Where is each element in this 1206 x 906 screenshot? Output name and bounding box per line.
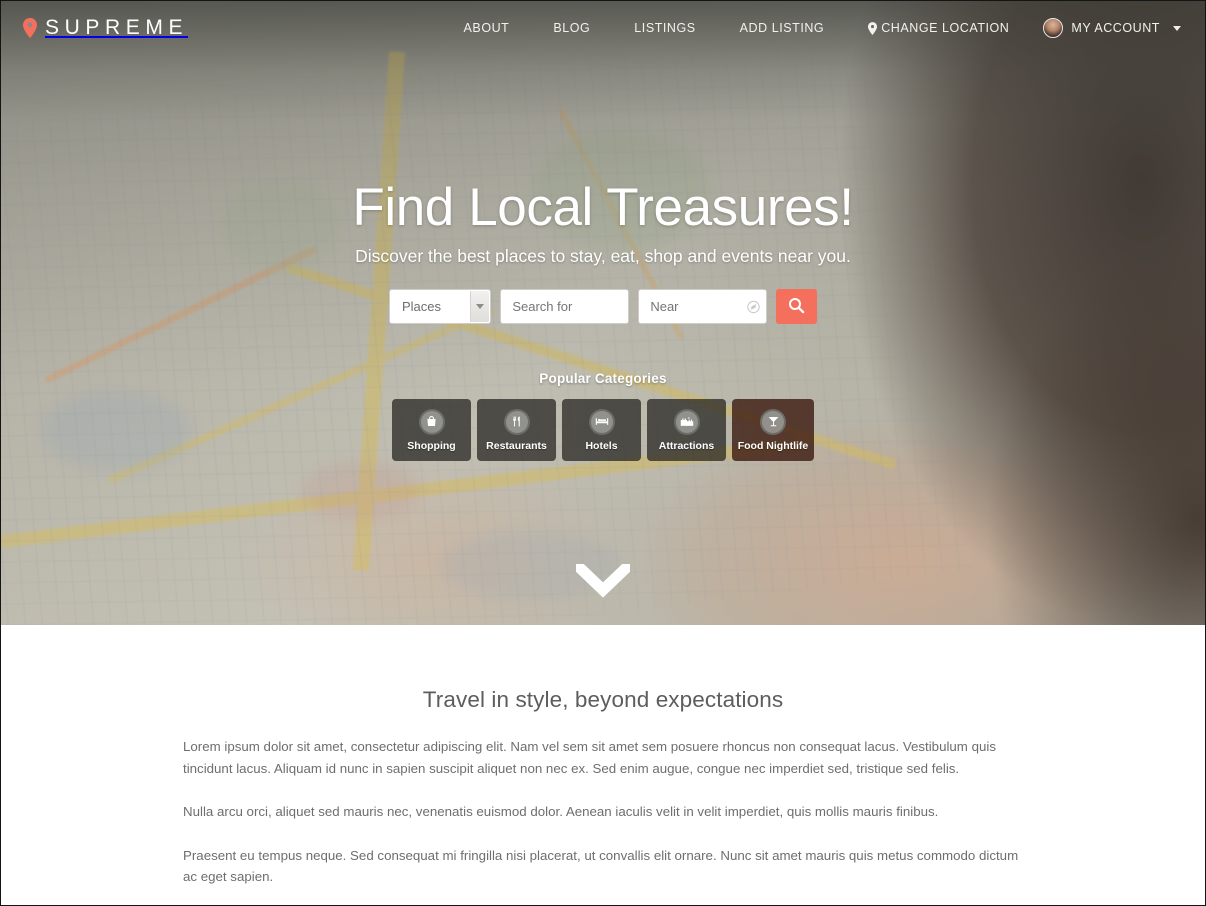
user-avatar-icon [1043,18,1064,38]
category-tile-restaurants[interactable]: Restaurants [477,399,556,462]
category-tile-food-nightlife[interactable]: Food Nightlife [732,399,814,462]
nav-item-listings[interactable]: LISTINGS [612,21,717,35]
category-label: Shopping [407,439,456,452]
about-paragraph: Lorem ipsum dolor sit amet, consectetur … [183,739,996,776]
category-tile-shopping[interactable]: Shopping [392,399,471,462]
search-icon [788,297,805,317]
about-paragraph: Praesent eu tempus neque. Sed consequat … [183,847,1019,885]
about-section: Travel in style, beyond expectations Lor… [1,625,1205,888]
category-label: Food Nightlife [737,439,809,452]
nav-item-about[interactable]: ABOUT [442,21,532,35]
search-category-value: Places [402,299,442,315]
nav-item-change-location[interactable]: CHANGE LOCATION [846,21,1035,35]
chevron-down-icon [1173,25,1181,31]
nav-item-label: CHANGE LOCATION [881,21,1010,35]
bed-icon [588,408,615,435]
nav-links: ABOUT BLOG LISTINGS ADD LISTING CHANGE L… [442,18,1181,38]
category-label: Hotels [585,439,618,452]
page-root: SUPREME ABOUT BLOG LISTINGS ADD LISTING [0,0,1206,906]
popular-categories-list: Shopping Restaurants Hotels Attractions … [381,399,825,462]
nav-item-label: BLOG [553,21,591,35]
nav-item-label: LISTINGS [634,21,696,35]
hero-subtitle: Discover the best places to stay, eat, s… [355,246,851,267]
chevron-down-icon [572,560,634,602]
main-navbar: SUPREME ABOUT BLOG LISTINGS ADD LISTING [1,1,1205,55]
category-tile-attractions[interactable]: Attractions [647,399,726,462]
category-tile-hotels[interactable]: Hotels [562,399,641,462]
hero-search-form: Places [389,289,817,325]
search-category-select[interactable]: Places [389,289,492,325]
hero-content: Find Local Treasures! Discover the best … [1,1,1205,462]
popular-categories-title: Popular Categories [539,371,667,387]
search-submit-button[interactable] [776,289,817,325]
nav-item-my-account[interactable]: MY ACCOUNT [1035,18,1181,38]
category-label: Restaurants [486,439,547,452]
shopping-bag-icon [418,408,445,435]
scroll-down-button[interactable] [572,560,634,603]
nav-item-add-listing[interactable]: ADD LISTING [718,21,847,35]
site-logo[interactable]: SUPREME [23,16,188,40]
chevron-down-icon[interactable] [470,291,490,323]
page-title: Find Local Treasures! [352,178,854,237]
about-heading: Travel in style, beyond expectations [422,687,784,712]
about-paragraphs: Lorem ipsum dolor sit amet, consectetur … [183,736,1023,888]
nav-item-label: MY ACCOUNT [1071,21,1160,35]
fork-knife-icon [503,408,530,435]
search-keyword-input[interactable] [500,289,630,325]
map-pin-icon [23,18,37,38]
nav-item-label: ABOUT [463,21,510,35]
locate-me-icon[interactable] [747,300,761,313]
nav-item-blog[interactable]: BLOG [531,21,612,35]
nav-item-label: ADD LISTING [739,21,825,35]
site-logo-text: SUPREME [45,16,189,39]
castle-icon [673,408,700,435]
category-label: Attractions [658,439,715,452]
map-pin-icon [868,21,878,35]
cocktail-glass-icon [760,408,786,435]
hero-section: SUPREME ABOUT BLOG LISTINGS ADD LISTING [1,1,1205,625]
about-paragraph: Nulla arcu orci, aliquet sed mauris nec,… [183,804,939,820]
